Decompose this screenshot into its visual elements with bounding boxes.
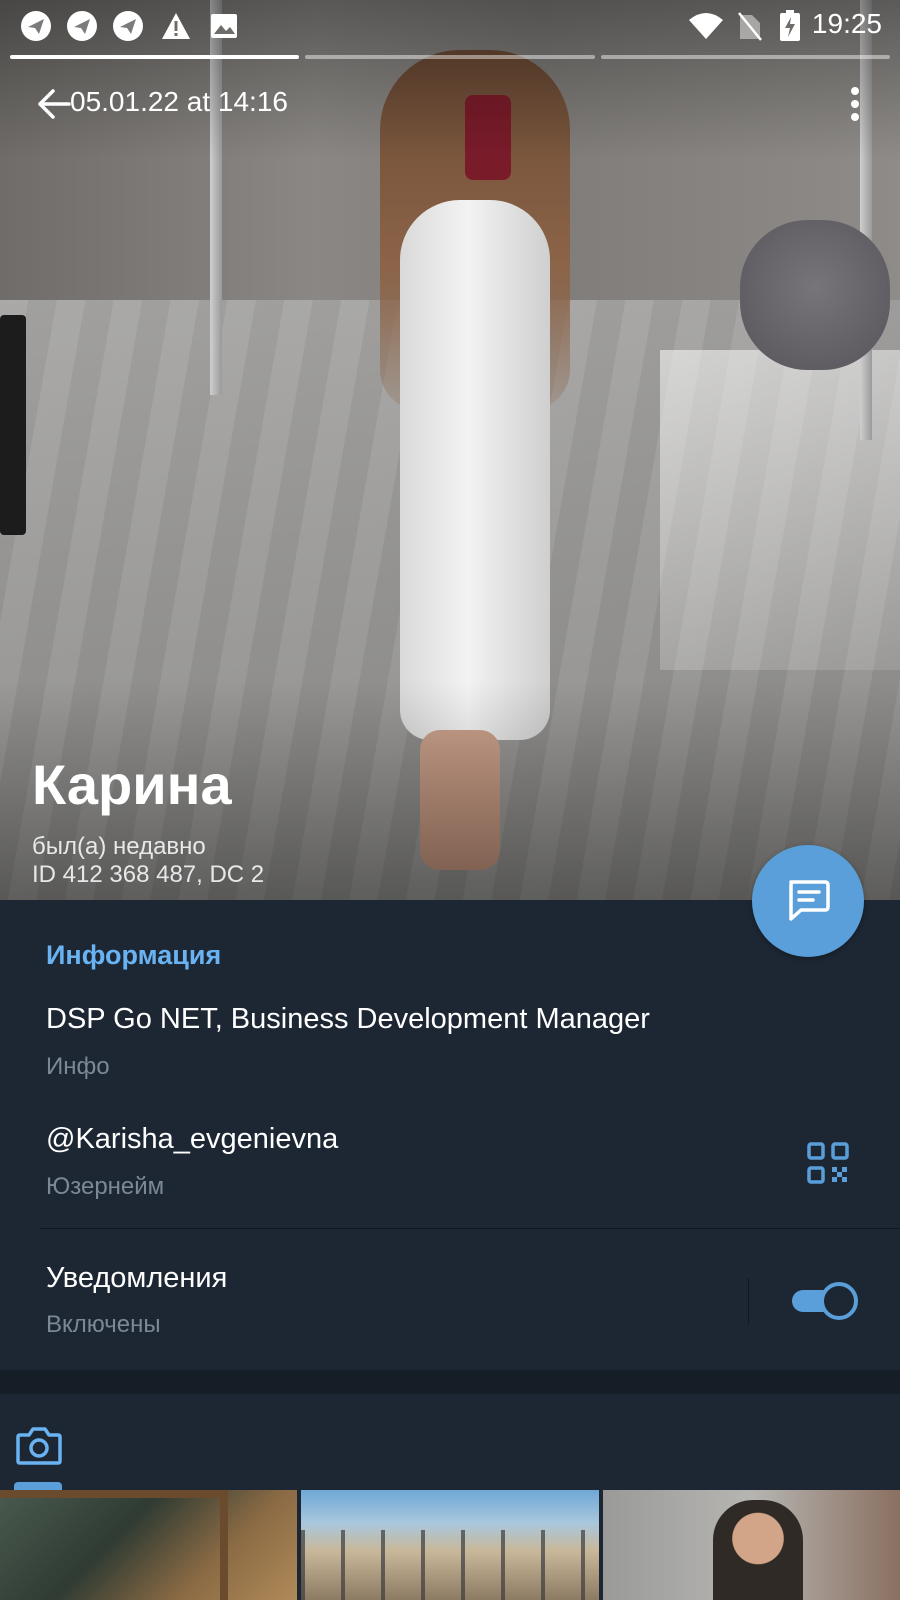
camera-icon <box>16 1427 62 1465</box>
telegram-notification-icon <box>112 10 144 42</box>
status-time: 19:25 <box>811 8 882 39</box>
user-id: ID 412 368 487, DC 2 <box>32 861 265 888</box>
photo-date: 05.01.22 at 14:16 <box>70 86 288 117</box>
toggle-knob <box>820 1282 858 1320</box>
progress-segment <box>305 55 595 59</box>
wifi-icon <box>688 10 724 42</box>
media-grid <box>0 1490 900 1600</box>
warning-icon <box>160 10 192 42</box>
notifications-label: Включены <box>46 1311 161 1338</box>
photo-teddy-bear <box>740 220 890 370</box>
photo-thumbnail[interactable] <box>301 1490 599 1600</box>
bio-value[interactable]: DSP Go NET, Business Development Manager <box>46 1003 650 1036</box>
more-options-button[interactable] <box>840 84 870 124</box>
arrow-back-icon <box>38 89 71 119</box>
row-divider <box>40 1228 900 1229</box>
vertical-divider <box>748 1278 749 1324</box>
bio-label: Инфо <box>46 1053 110 1080</box>
photo-progress-indicator <box>10 55 890 59</box>
battery-charging-icon <box>774 10 806 42</box>
message-icon <box>789 880 830 921</box>
notifications-value[interactable]: Уведомления <box>46 1262 227 1295</box>
section-separator <box>0 1370 900 1394</box>
progress-segment <box>10 55 300 59</box>
more-vertical-icon <box>851 87 859 121</box>
qr-code-button[interactable] <box>805 1140 851 1186</box>
telegram-notification-icon <box>20 10 52 42</box>
section-title: Информация <box>46 940 222 970</box>
photo-thumbnail[interactable] <box>0 1490 298 1600</box>
photo-thumbnail[interactable] <box>602 1490 900 1600</box>
photo-speaker <box>0 315 26 535</box>
username-value[interactable]: @Karisha_evgenievna <box>46 1123 338 1156</box>
username-label: Юзернейм <box>46 1173 165 1200</box>
notifications-toggle[interactable] <box>790 1281 858 1321</box>
info-section: Информация DSP Go NET, Business Developm… <box>0 900 900 1370</box>
progress-segment <box>600 55 890 59</box>
active-tab-indicator <box>14 1482 62 1490</box>
telegram-notification-icon <box>66 10 98 42</box>
qr-code-icon <box>807 1142 849 1184</box>
send-message-button[interactable] <box>752 845 864 957</box>
back-button[interactable] <box>34 84 74 124</box>
no-sim-icon <box>734 10 766 42</box>
tab-photos[interactable] <box>14 1420 64 1470</box>
shared-media-tabs <box>0 1394 900 1490</box>
image-icon <box>208 10 240 42</box>
last-seen-status: был(а) недавно <box>32 833 206 860</box>
status-bar: 19:25 <box>0 0 900 50</box>
profile-name: Карина <box>32 753 232 816</box>
